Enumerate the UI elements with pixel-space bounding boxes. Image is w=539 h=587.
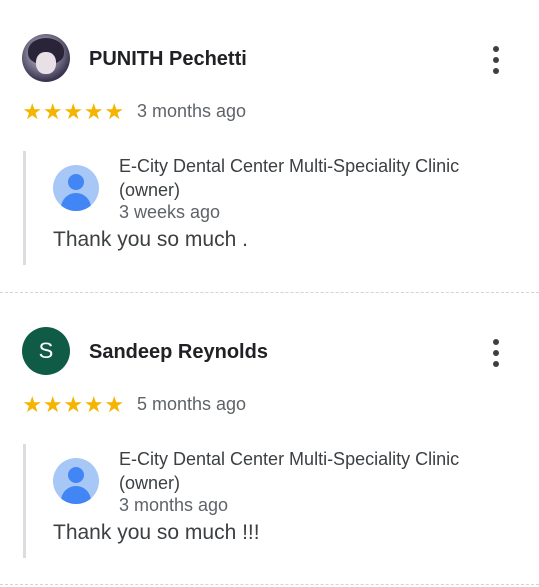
star-icon: ★: [63, 392, 84, 417]
star-icon: ★: [83, 392, 104, 417]
owner-reply: E-City Dental Center Multi-Speciality Cl…: [23, 444, 526, 558]
reply-text: Thank you so much !!!: [53, 521, 260, 544]
reply-text: Thank you so much .: [53, 228, 248, 251]
owner-reply: E-City Dental Center Multi-Speciality Cl…: [23, 151, 526, 265]
reviewer-avatar[interactable]: [22, 34, 70, 82]
more-vert-icon: [493, 46, 499, 52]
review-time: 3 months ago: [137, 101, 247, 121]
owner-name: E-City Dental Center Multi-Speciality Cl…: [119, 156, 460, 200]
star-icon: ★: [63, 99, 84, 124]
star-icon: ★: [22, 392, 43, 417]
owner-name: E-City Dental Center Multi-Speciality Cl…: [119, 449, 460, 493]
reviewer-avatar[interactable]: S: [22, 327, 70, 375]
reviewer-name[interactable]: PUNITH Pechetti: [89, 48, 247, 71]
more-vert-icon: [493, 339, 499, 345]
star-icon: ★: [104, 392, 125, 417]
person-icon: [53, 458, 99, 504]
review-time: 5 months ago: [137, 394, 247, 414]
divider: [0, 584, 539, 585]
more-options-button[interactable]: [484, 333, 508, 373]
star-icon: ★: [104, 99, 125, 124]
reply-time: 3 weeks ago: [119, 202, 221, 222]
reply-time: 3 months ago: [119, 495, 229, 515]
star-icon: ★: [42, 392, 63, 417]
more-options-button[interactable]: [484, 40, 508, 80]
review-card: S Sandeep Reynolds ★ ★ ★ ★ ★ 5 months ag…: [0, 293, 539, 583]
review-card: PUNITH Pechetti ★ ★ ★ ★ ★ 3 months ago E…: [0, 0, 539, 292]
person-icon: [53, 165, 99, 211]
star-icon: ★: [22, 99, 43, 124]
avatar-face-shape: [36, 52, 56, 74]
reviewer-name[interactable]: Sandeep Reynolds: [89, 341, 268, 364]
star-rating: ★ ★ ★ ★ ★: [22, 99, 125, 125]
star-rating: ★ ★ ★ ★ ★: [22, 392, 125, 418]
star-icon: ★: [42, 99, 63, 124]
star-icon: ★: [83, 99, 104, 124]
